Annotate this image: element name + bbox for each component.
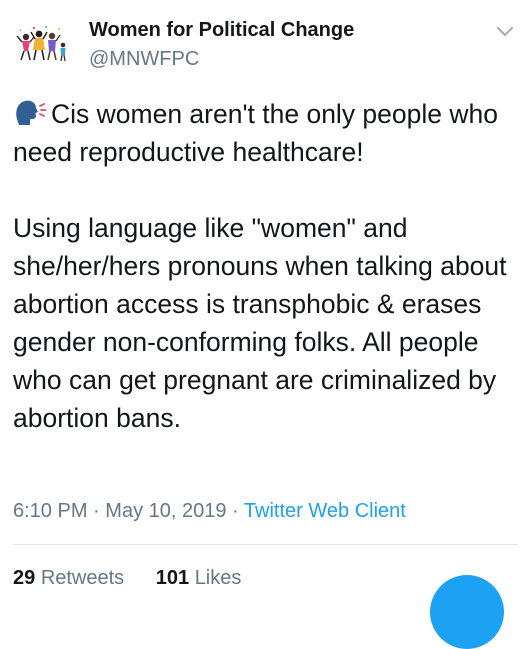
meta-separator: ·: [232, 500, 239, 522]
speaking-head-icon: [16, 100, 47, 125]
retweets-label: Retweets: [40, 567, 125, 589]
likes-stat[interactable]: 101 Likes: [156, 567, 242, 589]
display-name[interactable]: Women for Political Change: [89, 19, 354, 42]
likes-count: 101: [155, 567, 190, 589]
tweet-paragraph-2: Using language like "women" and she/her/…: [13, 213, 507, 433]
retweets-stat[interactable]: 29 Retweets: [13, 567, 124, 589]
women-group-logo-icon: [13, 20, 71, 78]
engagement-stats: 29 Retweets 101 Likes: [13, 567, 267, 590]
tweet-source-link[interactable]: Twitter Web Client: [244, 500, 406, 522]
account-handle[interactable]: @MNWFPC: [89, 48, 199, 71]
tweet-body: Cis women aren't the only people who nee…: [13, 95, 523, 437]
meta-separator: ·: [93, 500, 100, 522]
tweet-header: Women for Political Change @MNWFPC: [0, 0, 530, 90]
retweets-count: 29: [13, 567, 36, 589]
tweet-paragraph-1: Cis women aren't the only people who nee…: [13, 95, 523, 171]
tweet-text-line1: Cis women aren't the only people who nee…: [13, 99, 498, 167]
tweet-metadata: 6:10 PM · May 10, 2019 · Twitter Web Cli…: [13, 500, 406, 523]
tweet-time[interactable]: 6:10 PM: [13, 500, 87, 522]
chevron-down-icon[interactable]: [496, 26, 514, 38]
tweet-date[interactable]: May 10, 2019: [105, 500, 226, 522]
divider: [13, 544, 518, 545]
avatar[interactable]: [13, 20, 71, 78]
compose-tweet-button[interactable]: [430, 575, 504, 649]
likes-label: Likes: [194, 567, 242, 589]
